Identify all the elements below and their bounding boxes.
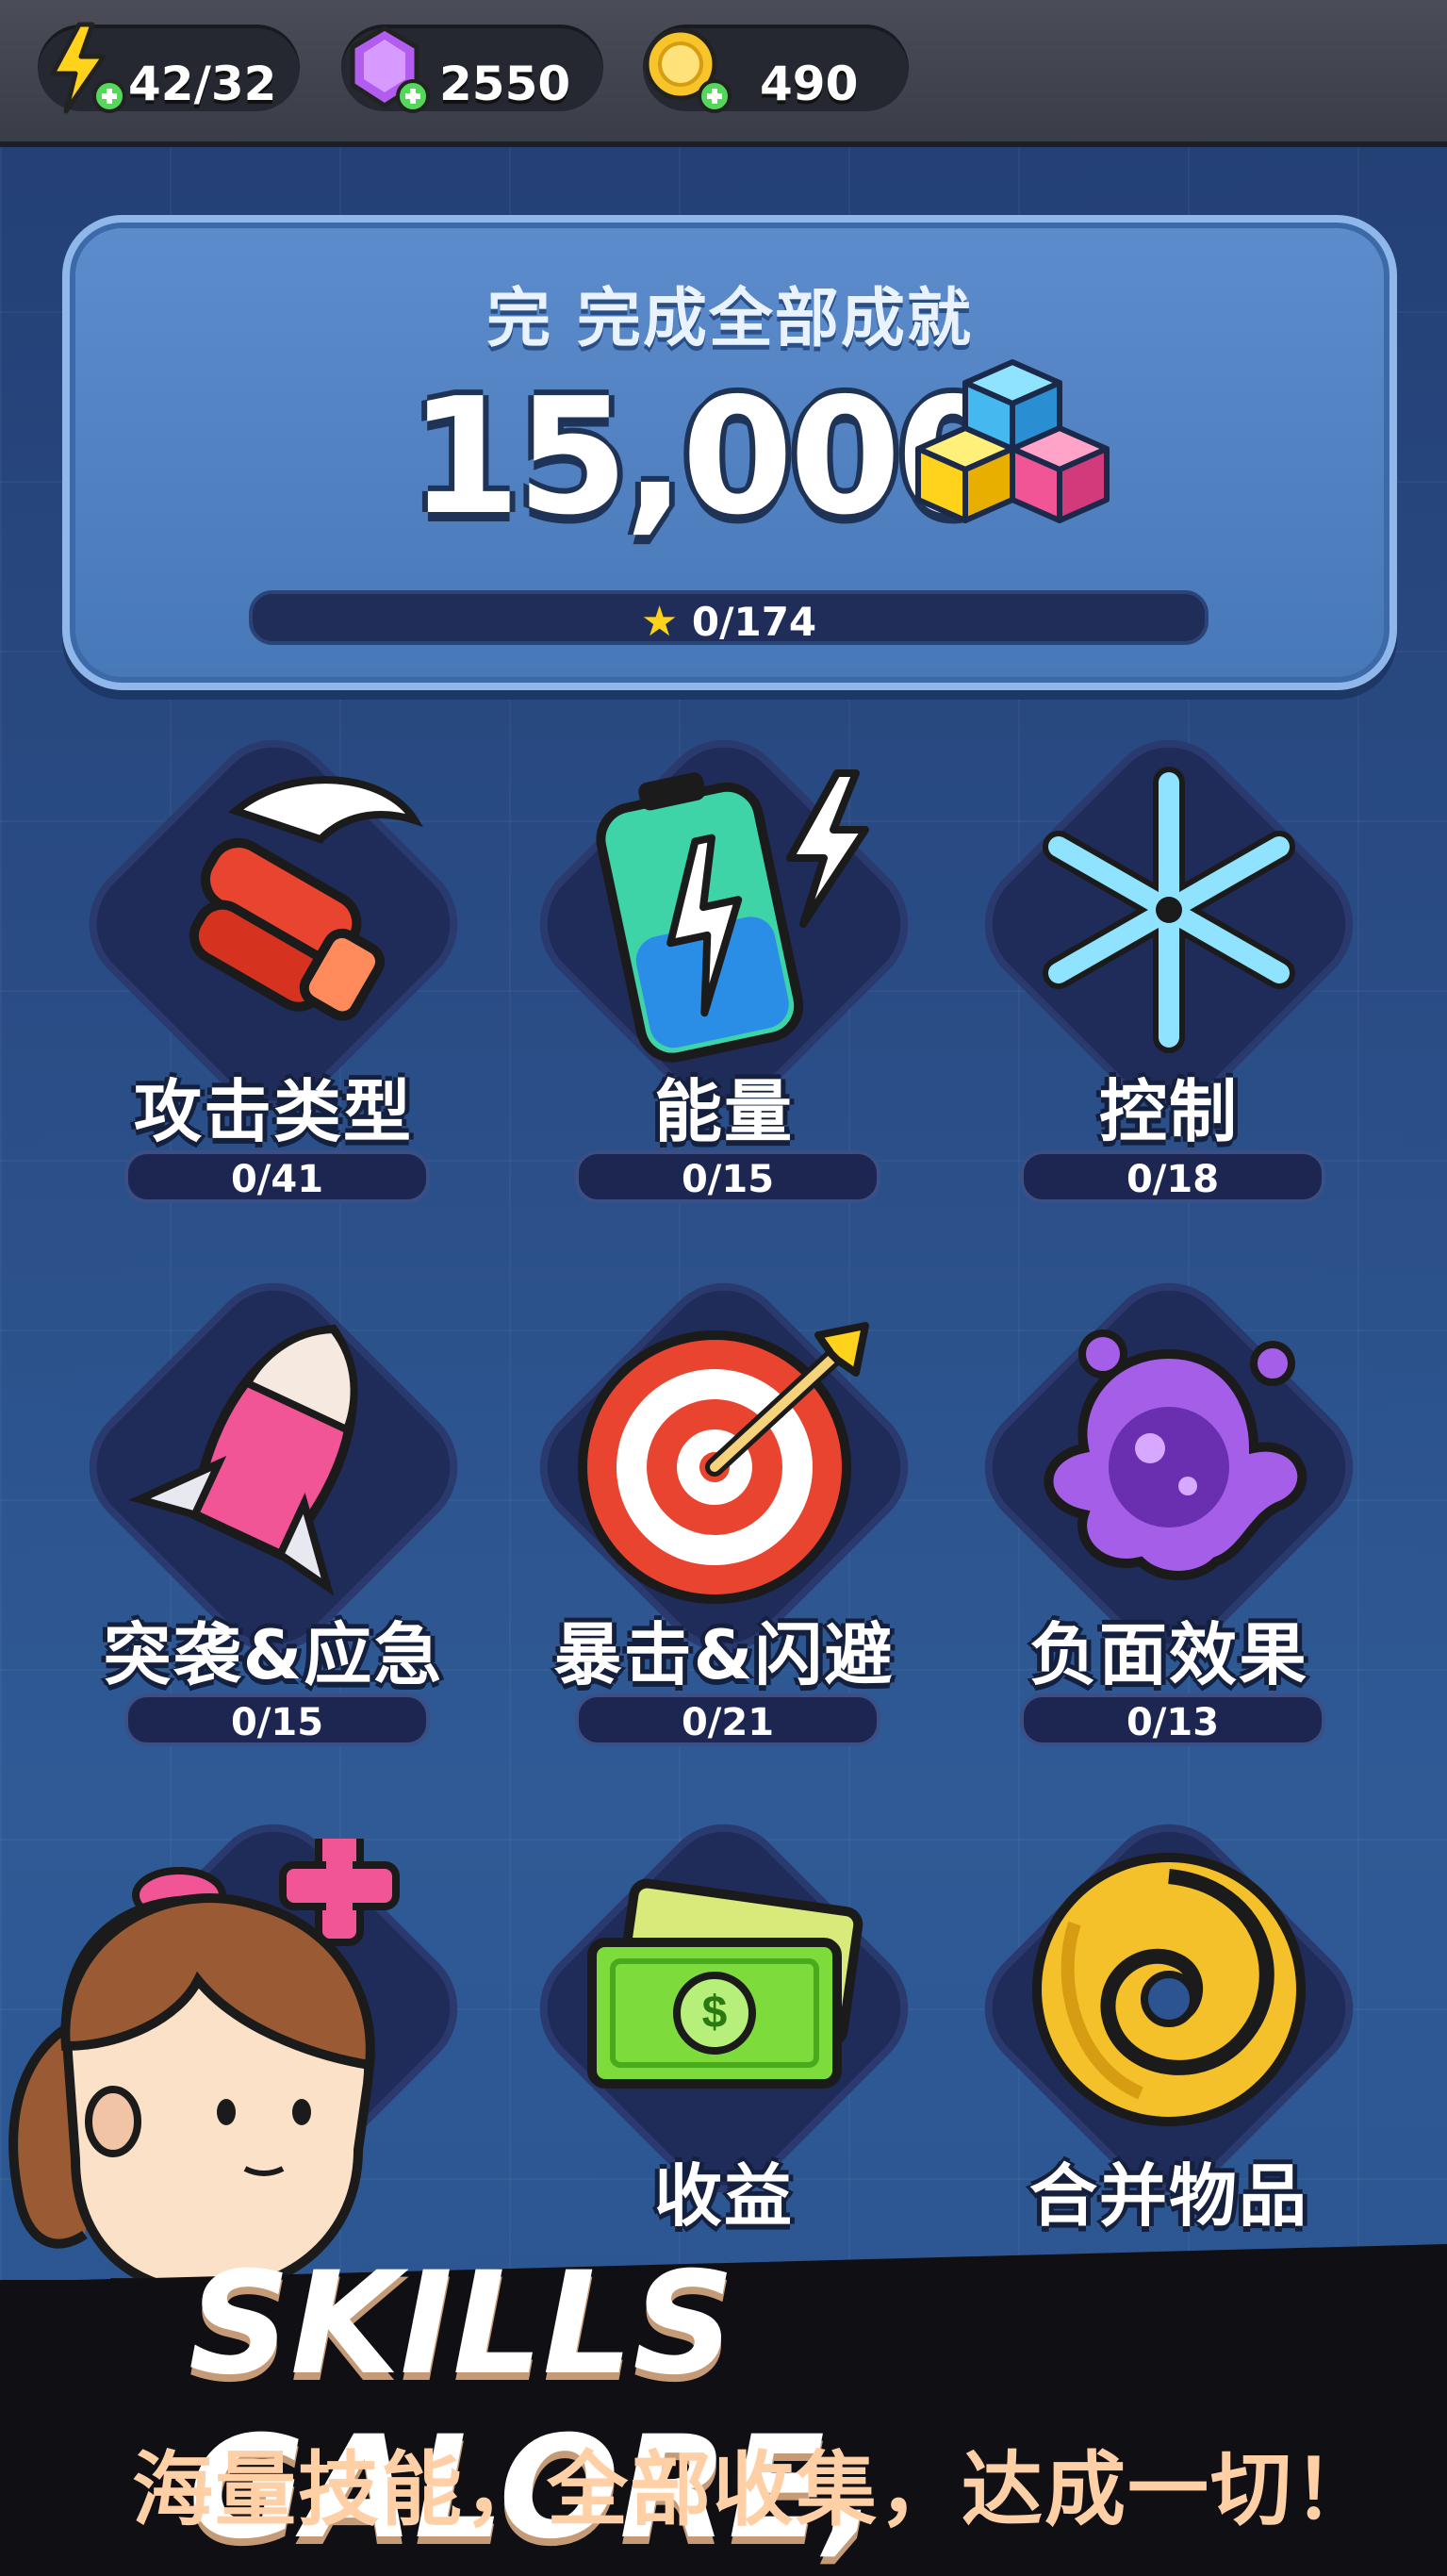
category-progress-bar: 0/13 xyxy=(1020,1693,1325,1746)
category-label: 合并物品 xyxy=(1028,2156,1308,2236)
category-progress-bar: 0/18 xyxy=(1020,1150,1325,1203)
category-attack-type[interactable]: 攻击类型 0/41 xyxy=(66,723,481,1263)
category-progress-value: 0/15 xyxy=(681,1158,775,1201)
achievement-panel: 完 完成全部成就 15,000 ★ 0/174 xyxy=(62,215,1397,690)
achievement-progress-bar: ★ 0/174 xyxy=(249,590,1209,646)
energy-value: 42/32 xyxy=(128,57,277,111)
target-dart-icon xyxy=(578,1322,869,1604)
category-progress-bar: 0/15 xyxy=(124,1693,430,1746)
cash-icon: $ xyxy=(587,1878,863,2089)
star-icon: ★ xyxy=(640,598,679,646)
energy-counter[interactable]: 42/32 xyxy=(38,22,300,114)
category-crit-dodge[interactable]: 暴击&闪避 0/21 xyxy=(517,1266,931,1807)
svg-text:$: $ xyxy=(702,1988,728,2038)
banner-subtitle: 海量技能，全部收集，达成一切！ xyxy=(132,2443,1376,2537)
category-energy[interactable]: 能量 0/15 xyxy=(517,723,931,1263)
vortex-icon xyxy=(1032,1853,1306,2126)
category-progress-bar: 0/41 xyxy=(124,1150,430,1203)
category-progress-value: 0/18 xyxy=(1126,1158,1220,1201)
category-progress-value: 0/21 xyxy=(681,1701,775,1744)
gem-counter[interactable]: 2550 xyxy=(341,25,603,113)
fist-punch-icon xyxy=(189,776,424,1021)
gold-coin-plus-icon xyxy=(644,27,732,113)
snowflake-icon xyxy=(1043,767,1295,1053)
category-label: 突袭&应急 xyxy=(103,1615,444,1694)
category-label: 攻击类型 xyxy=(133,1072,413,1151)
category-label: 收益 xyxy=(653,2156,794,2236)
category-progress-value: 0/13 xyxy=(1126,1701,1220,1744)
category-progress-bar: 0/15 xyxy=(575,1150,880,1203)
achievement-progress-value: 0/174 xyxy=(691,599,817,645)
lightning-plus-icon xyxy=(50,22,126,114)
category-control[interactable]: 控制 0/18 xyxy=(962,723,1376,1263)
category-progress-value: 0/41 xyxy=(230,1158,324,1201)
purple-gem-plus-icon xyxy=(350,25,430,113)
category-label: 能量 xyxy=(653,1072,794,1151)
category-label: 控制 xyxy=(1098,1072,1239,1151)
category-progress-bar: 0/21 xyxy=(575,1693,880,1746)
category-label: 负面效果 xyxy=(1028,1615,1308,1694)
rocket-icon xyxy=(128,1324,358,1596)
achievement-progress-label: ★ 0/174 xyxy=(253,598,1205,646)
category-label: 暴击&闪避 xyxy=(553,1615,895,1694)
coin-value: 490 xyxy=(760,57,859,111)
poison-splat-icon xyxy=(1044,1329,1307,1580)
achievement-title: 完 完成全部成就 xyxy=(486,282,973,356)
coin-counter[interactable]: 490 xyxy=(643,25,909,113)
gem-value: 2550 xyxy=(439,57,571,111)
battery-lightning-icon xyxy=(596,769,869,1063)
category-raid-emergency[interactable]: 突袭&应急 0/15 xyxy=(66,1266,481,1807)
currency-bar: 42/32 2550 490 xyxy=(0,0,1447,147)
category-progress-value: 0/15 xyxy=(230,1701,324,1744)
category-debuff[interactable]: 负面效果 0/13 xyxy=(962,1266,1376,1807)
cubes-icon xyxy=(915,359,1110,523)
